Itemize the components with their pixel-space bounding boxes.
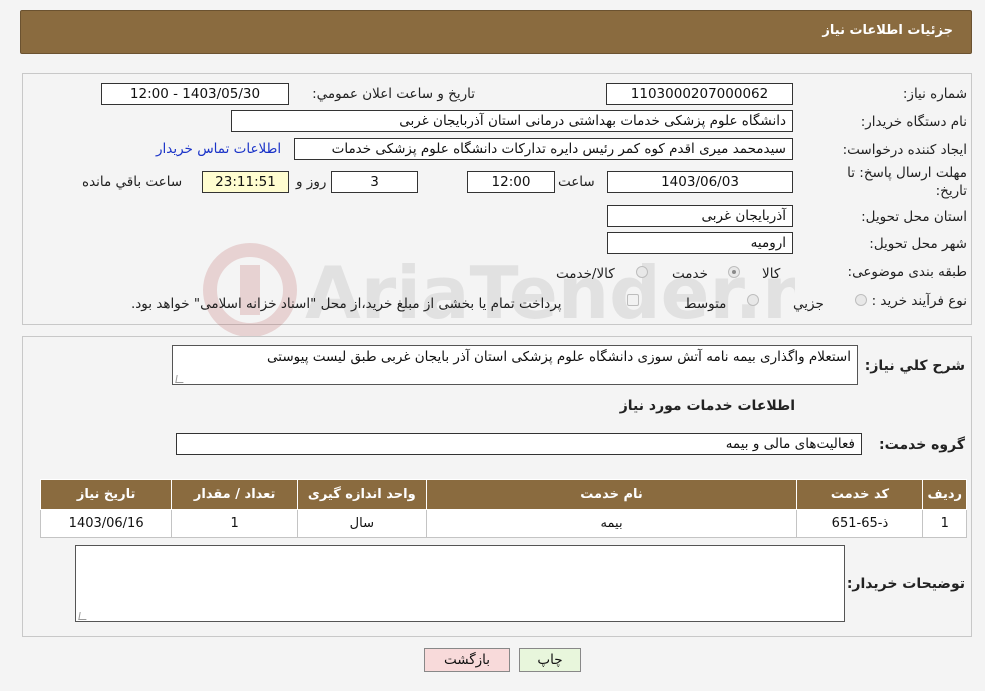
remaining-time-field: 23:11:51 [202, 171, 289, 193]
print-button[interactable]: چاپ [519, 648, 581, 672]
col-need-date: تاريخ نياز [39, 479, 173, 510]
city-label: شهر محل تحویل: [869, 236, 967, 252]
deadline-time-field: 12:00 [467, 171, 555, 193]
process-option-minor: جزيي [793, 296, 824, 312]
back-button[interactable]: بازگشت [424, 648, 510, 672]
services-table-wrapper: رديف كد خدمت نام خدمت واحد اندازه گيری ت… [39, 479, 967, 538]
buyer-notes-textarea[interactable] [75, 545, 845, 622]
deadline-label: مهلت ارسال پاسخ: تا [847, 165, 967, 181]
announce-date-label: تاریخ و ساعت اعلان عمومي: [312, 86, 475, 102]
cell-row-number: 1 [922, 509, 967, 538]
province-field: آذربایجان غربی [607, 205, 793, 227]
col-service-code: كد خدمت [796, 479, 924, 510]
table-header-row: رديف كد خدمت نام خدمت واحد اندازه گيری ت… [39, 479, 967, 510]
summary-textarea: استعلام واگذاری بیمه نامه آتش سوزی دانشگ… [172, 345, 858, 385]
page-title: جزئیات اطلاعات نیاز [822, 23, 953, 38]
buyer-contact-link[interactable]: اطلاعات تماس خريدار [156, 141, 281, 157]
table-row: 1 ذ-65-651 بیمه سال 1 1403/06/16 [39, 509, 967, 538]
deadline-time-label: ساعت [558, 174, 595, 190]
treasury-payment-note: پرداخت تمام یا بخشی از مبلغ خرید،از محل … [131, 296, 562, 312]
process-label: نوع فرآيند خريد : [871, 293, 967, 309]
creator-field: سیدمحمد میری اقدم کوه کمر رئیس دایره تدا… [294, 138, 793, 160]
process-radio-medium[interactable] [747, 294, 759, 306]
announce-date-field: 1403/05/30 - 12:00 [101, 83, 289, 105]
resize-handle-icon[interactable] [78, 612, 88, 620]
category-radio-goods[interactable] [728, 266, 740, 278]
col-row-number: رديف [922, 479, 967, 510]
cell-service-name: بیمه [425, 509, 798, 538]
category-option-goods-service: کالا/خدمت [556, 266, 615, 282]
col-quantity: تعداد / مقدار [171, 479, 298, 510]
creator-label: ايجاد كننده درخواست: [842, 142, 967, 158]
category-option-goods: کالا [762, 266, 781, 282]
cell-service-code: ذ-65-651 [796, 509, 924, 538]
remaining-days-field: 3 [331, 171, 418, 193]
deadline-label-date: تاريخ: [935, 183, 967, 199]
cell-need-date: 1403/06/16 [39, 509, 173, 538]
service-group-field: فعالیت‌های مالی و بیمه [176, 433, 862, 455]
treasury-payment-checkbox[interactable] [627, 294, 639, 306]
summary-label: شرح کلي نياز: [864, 358, 965, 374]
service-group-label: گروه خدمت: [879, 437, 965, 453]
province-label: استان محل تحویل: [861, 209, 967, 225]
process-option-medium: متوسط [684, 296, 727, 312]
buyer-notes-label: توضيحات خريدار: [846, 576, 965, 592]
category-label: طبقه بندی موضوعی: [847, 264, 967, 280]
services-table: رديف كد خدمت نام خدمت واحد اندازه گيری ت… [39, 479, 967, 538]
days-label: روز و [296, 174, 327, 190]
need-number-label: شماره نیاز: [902, 86, 967, 102]
category-option-service: خدمت [672, 266, 708, 282]
cell-quantity: 1 [171, 509, 298, 538]
summary-text: استعلام واگذاری بیمه نامه آتش سوزی دانشگ… [267, 349, 851, 365]
city-field: ارومیه [607, 232, 793, 254]
buyer-org-field: دانشگاه علوم پزشکی خدمات بهداشتی درمانی … [231, 110, 793, 132]
process-radio-minor[interactable] [855, 294, 867, 306]
col-unit: واحد اندازه گيری [296, 479, 427, 510]
cell-unit: سال [296, 509, 427, 538]
remaining-label: ساعت باقي مانده [82, 174, 183, 190]
deadline-date-field: 1403/06/03 [607, 171, 793, 193]
need-number-field: 1103000207000062 [606, 83, 793, 105]
col-service-name: نام خدمت [425, 479, 798, 510]
page-header: جزئیات اطلاعات نیاز [20, 10, 972, 54]
services-heading: اطلاعات خدمات مورد نياز [619, 398, 795, 414]
resize-handle-icon[interactable] [175, 375, 185, 383]
category-radio-service[interactable] [636, 266, 648, 278]
buyer-org-label: نام دستگاه خريدار: [860, 114, 967, 130]
